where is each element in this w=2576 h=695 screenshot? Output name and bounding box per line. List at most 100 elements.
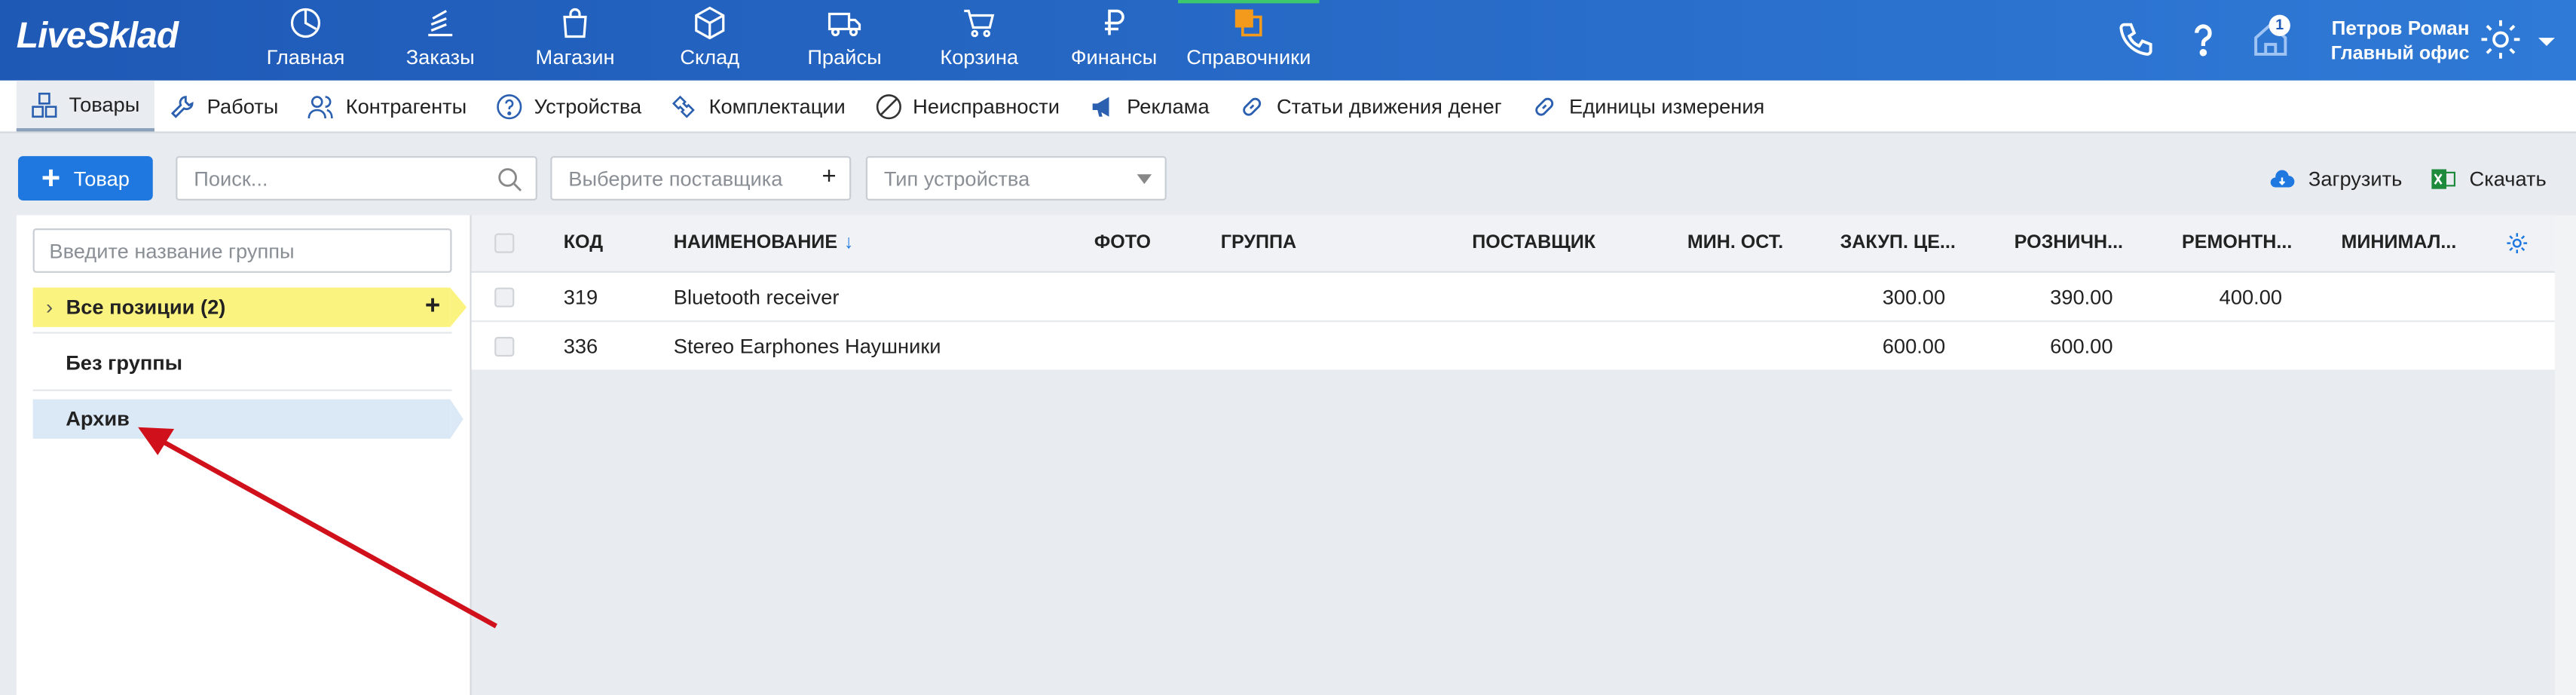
group-all-label: Все позиции (2)	[66, 295, 226, 319]
ruble-icon	[1105, 9, 1124, 35]
group-all-positions[interactable]: › Все позиции (2) +	[32, 287, 467, 327]
upload-label: Загрузить	[2308, 167, 2403, 190]
nav-home[interactable]: Главная	[238, 0, 373, 81]
dashboard-icon	[290, 8, 321, 38]
main-nav: Главная Заказы Магазин Склад Прайсы Корз…	[238, 0, 1320, 81]
add-product-button[interactable]: + Товар	[17, 156, 153, 201]
app-root: LiveSklad Главная Заказы Магазин Склад П…	[0, 0, 2576, 695]
top-navigation-bar: LiveSklad Главная Заказы Магазин Склад П…	[0, 0, 2576, 81]
column-settings-icon[interactable]	[2506, 216, 2529, 271]
col-code[interactable]: КОД	[564, 216, 603, 271]
subnav-label: Контрагенты	[345, 94, 467, 118]
search-placeholder: Поиск...	[194, 167, 268, 190]
nav-shop[interactable]: Магазин	[508, 0, 643, 81]
subnav-devices[interactable]: Устройства	[482, 81, 656, 132]
settings-gear-icon[interactable]	[2477, 17, 2523, 63]
puzzle-icon	[672, 94, 696, 118]
row-checkbox[interactable]	[494, 273, 515, 320]
phone-icon[interactable]	[2116, 20, 2155, 59]
add-group-icon[interactable]: +	[425, 292, 440, 322]
add-product-label: Товар	[73, 167, 130, 190]
device-type-select[interactable]: Тип устройства	[865, 156, 1167, 201]
subnav-label: Устройства	[534, 94, 642, 118]
subnav-cashflow-items[interactable]: Статьи движения денег	[1224, 81, 1516, 132]
subnav-kits[interactable]: Комплектации	[656, 81, 861, 132]
shop-bag-icon	[563, 8, 587, 38]
broken-icon	[875, 93, 901, 119]
group-no-group[interactable]: Без группы	[33, 344, 451, 383]
nav-label: Склад	[680, 46, 740, 69]
upload-button[interactable]: Загрузить	[2269, 156, 2403, 201]
col-repair-price[interactable]: РЕМОНТН...	[2182, 216, 2292, 271]
subnav-works[interactable]: Работы	[154, 81, 293, 132]
cloud-upload-icon	[2270, 169, 2295, 187]
subnav-faults[interactable]: Неисправности	[860, 81, 1074, 132]
table-row[interactable]: 336 Stereo Earphones Наушники 600.00 600…	[471, 322, 2555, 372]
sort-arrow-icon: ↓	[843, 233, 854, 253]
box-icon	[695, 6, 725, 40]
subnav-label: Реклама	[1127, 94, 1210, 118]
col-purchase-price[interactable]: ЗАКУП. ЦЕ...	[1840, 216, 1956, 271]
subnav-contractors[interactable]: Контрагенты	[293, 81, 482, 132]
subnav-label: Работы	[207, 94, 279, 118]
nav-directories[interactable]: Справочники	[1178, 0, 1320, 81]
search-input[interactable]: Поиск...	[176, 156, 537, 201]
cell-retail-price: 600.00	[2050, 334, 2113, 358]
app-logo[interactable]: LiveSklad	[17, 15, 179, 58]
subnav-label: Комплектации	[708, 94, 846, 118]
divider	[32, 332, 452, 334]
nav-label: Справочники	[1186, 46, 1311, 69]
group-none-label: Без группы	[66, 351, 183, 375]
row-checkbox[interactable]	[494, 322, 515, 369]
subnav-ads[interactable]: Реклама	[1075, 81, 1225, 132]
table-row[interactable]: 319 Bluetooth receiver 300.00 390.00 400…	[471, 272, 2555, 323]
add-supplier-icon[interactable]: +	[822, 163, 837, 191]
user-name: Петров Роман	[2331, 16, 2470, 40]
supplier-select[interactable]: Выберите поставщика +	[550, 156, 852, 201]
notification-badge: 1	[2269, 14, 2290, 36]
nav-orders[interactable]: Заказы	[373, 0, 508, 81]
subnav-units[interactable]: Единицы измерения	[1516, 81, 1779, 132]
chevron-down-icon	[1137, 174, 1152, 185]
group-archive-label: Архив	[66, 407, 130, 431]
cell-code: 319	[563, 285, 598, 308]
subnav-products[interactable]: Товары	[16, 80, 154, 132]
nav-label: Магазин	[535, 46, 615, 69]
col-name[interactable]: НАИМЕНОВАНИЕ ↓	[674, 216, 854, 271]
cell-retail-price: 390.00	[2050, 285, 2113, 308]
col-group[interactable]: ГРУППА	[1221, 216, 1296, 271]
user-info[interactable]: Петров Роман Главный офис	[2313, 16, 2470, 65]
nav-prices[interactable]: Прайсы	[777, 0, 912, 81]
cart-icon	[964, 9, 995, 38]
group-search-placeholder: Введите название группы	[49, 239, 295, 262]
nav-cart[interactable]: Корзина	[912, 0, 1047, 81]
col-name-label: НАИМЕНОВАНИЕ	[673, 233, 838, 253]
download-button[interactable]: Скачать	[2430, 156, 2547, 201]
group-search-input[interactable]: Введите название группы	[32, 228, 452, 273]
link-icon	[1535, 96, 1554, 115]
col-retail-price[interactable]: РОЗНИЧН...	[2015, 216, 2123, 271]
chevron-down-icon[interactable]	[2537, 33, 2556, 53]
vertical-scrollbar[interactable]	[2554, 215, 2576, 695]
help-icon[interactable]	[2183, 20, 2223, 59]
col-min-stock[interactable]: МИН. ОСТ.	[1687, 216, 1783, 271]
subnav-label: Товары	[69, 93, 140, 116]
plus-icon: +	[41, 160, 61, 197]
download-label: Скачать	[2469, 167, 2547, 190]
excel-icon	[2431, 168, 2456, 188]
col-photo[interactable]: ФОТО	[1094, 216, 1151, 271]
col-supplier[interactable]: ПОСТАВЩИК	[1472, 216, 1595, 271]
select-all-checkbox[interactable]	[494, 216, 515, 271]
cubes-icon	[32, 91, 57, 117]
directories-subnav: Товары Работы Контрагенты Устройства Ком…	[0, 80, 2576, 133]
user-office: Главный офис	[2330, 44, 2470, 65]
annotation-arrow	[138, 427, 497, 629]
cell-code: 336	[563, 334, 598, 358]
nav-warehouse[interactable]: Склад	[642, 0, 777, 81]
subnav-label: Статьи движения денег	[1276, 94, 1502, 118]
nav-finance[interactable]: Финансы	[1047, 0, 1182, 81]
col-minimal-price[interactable]: МИНИМАЛ...	[2342, 216, 2457, 271]
chevron-right-icon[interactable]: ›	[46, 295, 53, 319]
products-table: КОД НАИМЕНОВАНИЕ ↓ ФОТО ГРУППА ПОСТАВЩИК …	[471, 215, 2555, 372]
cell-repair-price	[2151, 322, 2282, 369]
